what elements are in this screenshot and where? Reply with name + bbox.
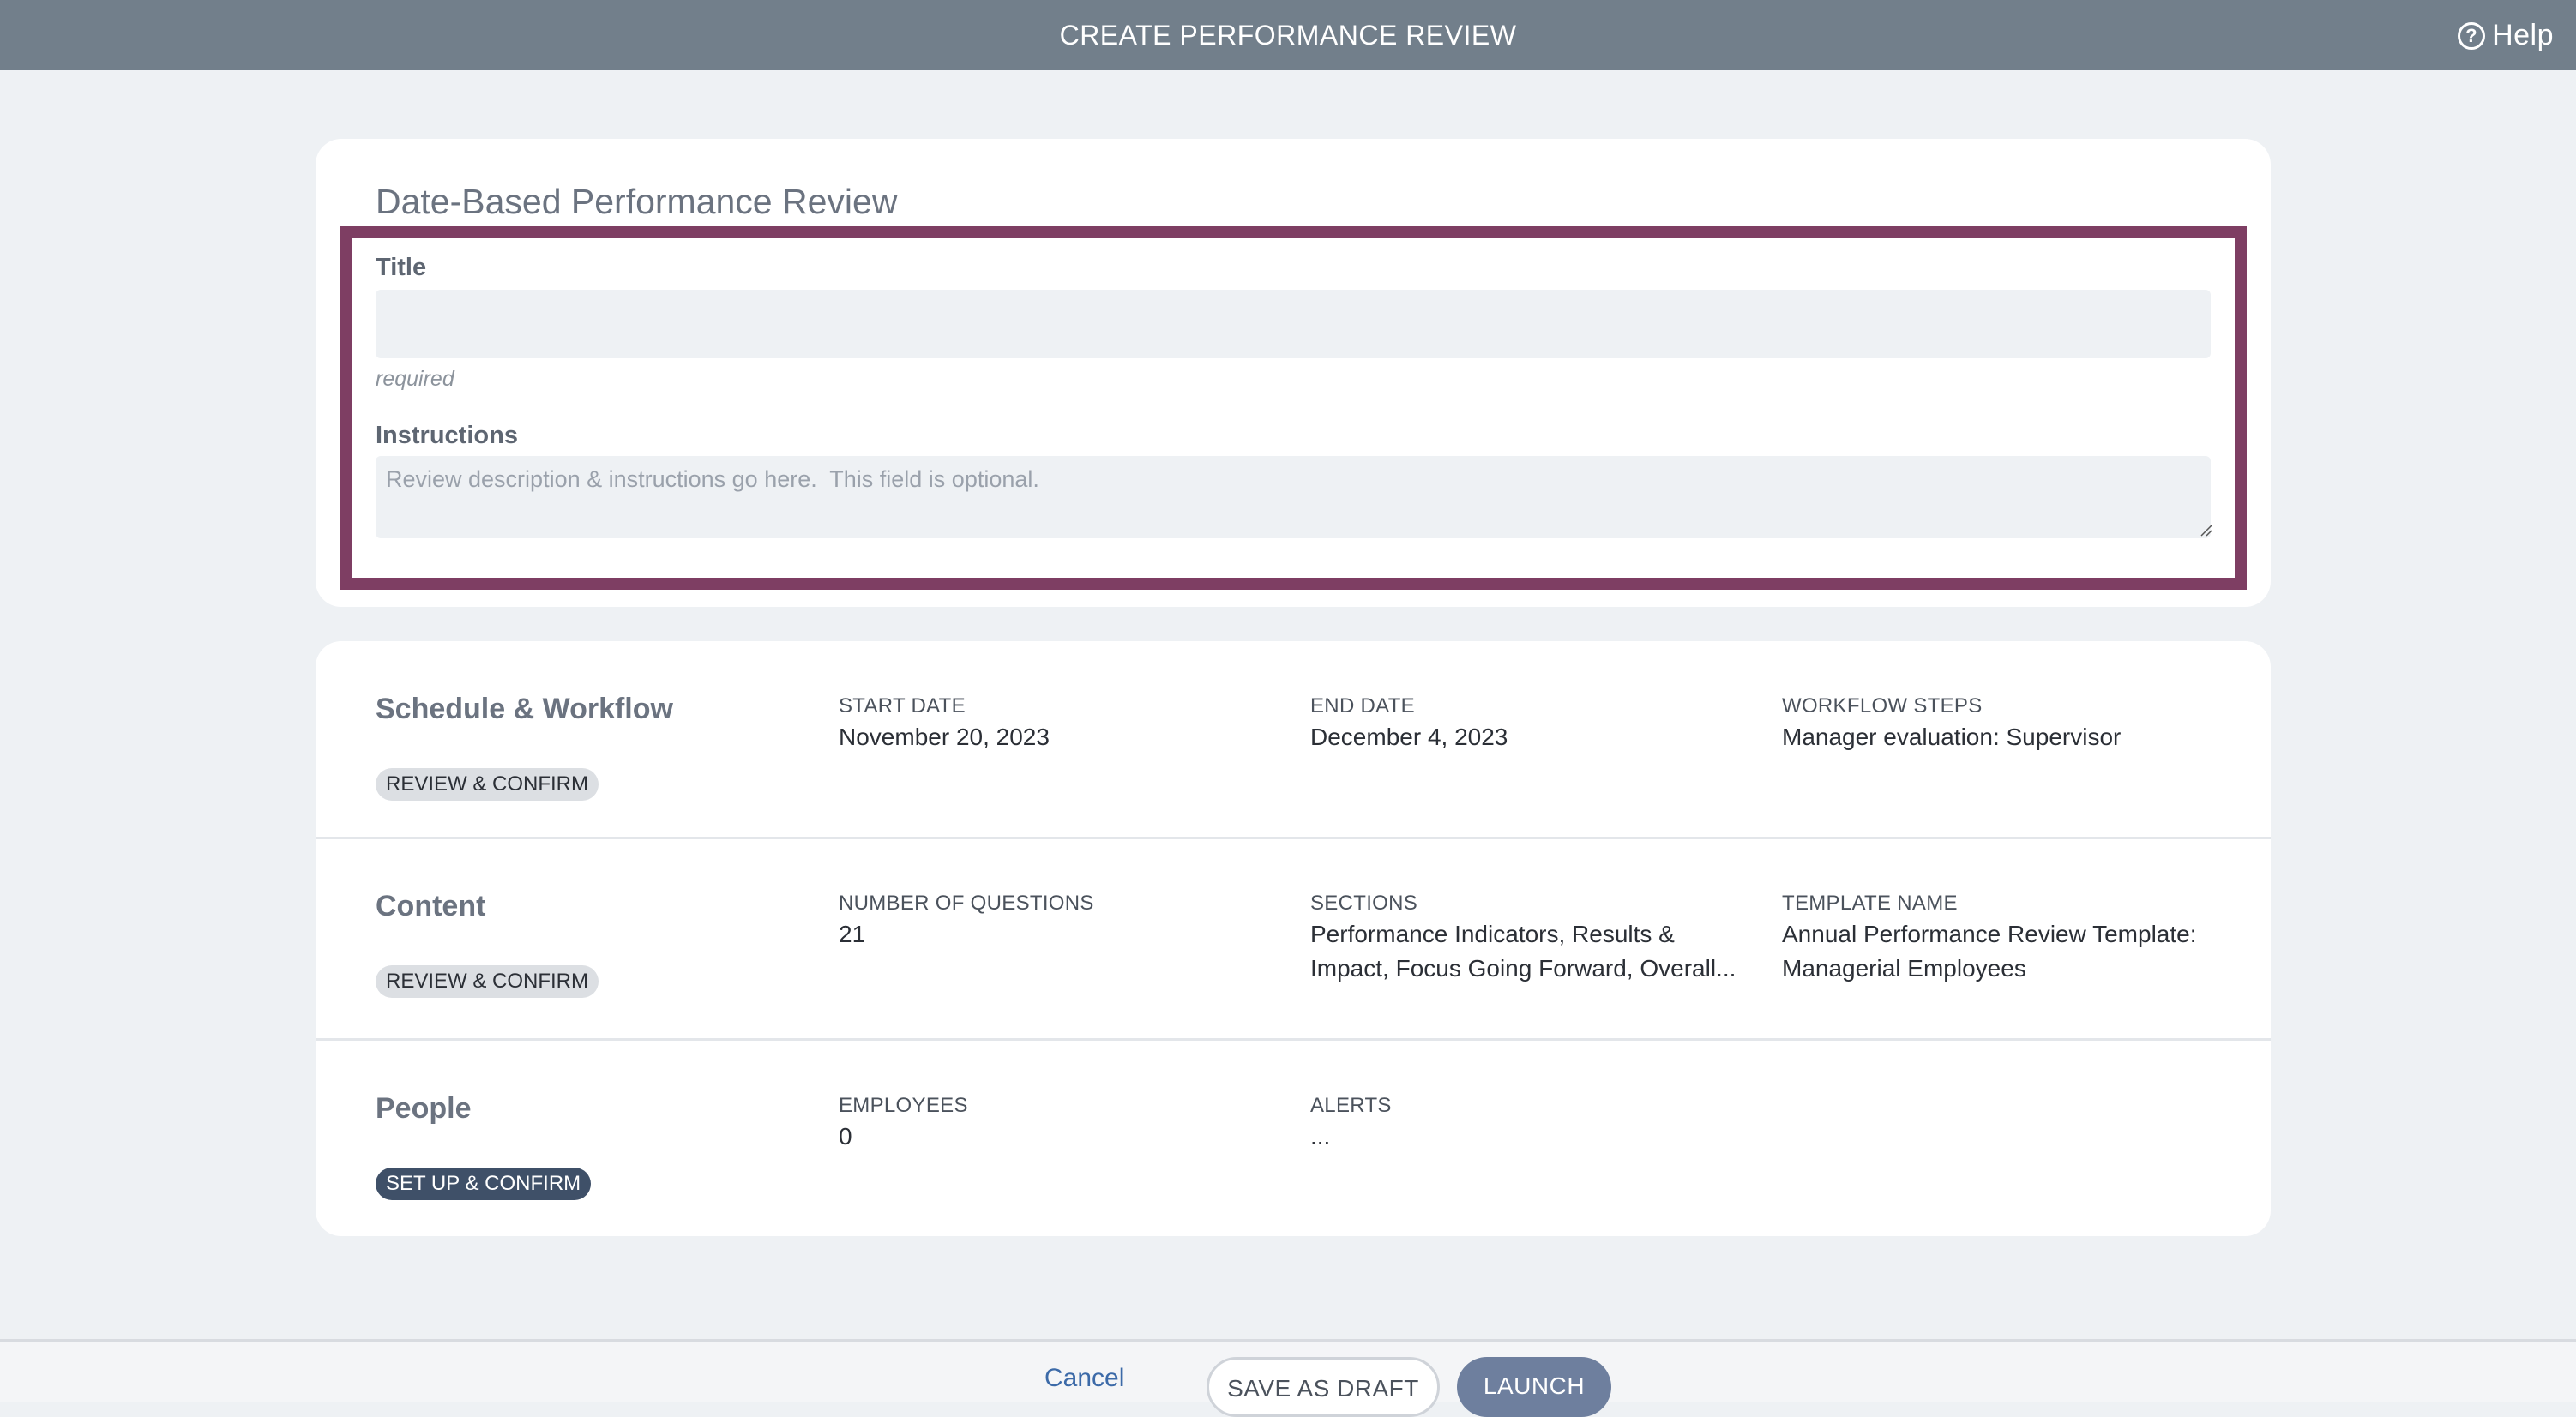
cancel-link[interactable]: Cancel [1044,1364,1124,1393]
question-count-label: NUMBER OF QUESTIONS [839,892,1094,915]
template-name-label: TEMPLATE NAME [1782,892,1958,915]
alerts-value: ... [1310,1123,1331,1150]
template-name-line1: Annual Performance Review Template: [1782,921,2197,947]
schedule-workflow-title: Schedule & Workflow [376,693,673,725]
launch-button[interactable]: LAUNCH [1457,1357,1611,1417]
schedule-workflow-row: Schedule & Workflow REVIEW & CONFIRM STA… [316,641,2271,837]
question-circle-icon: ? [2458,21,2486,50]
end-date-value: December 4, 2023 [1310,724,1508,750]
header-bar: CREATE PERFORMANCE REVIEW ? Help [0,0,2576,70]
people-setup-confirm-button[interactable]: SET UP & CONFIRM [376,1168,592,1200]
employees-value: 0 [839,1123,852,1150]
workflow-steps-label: WORKFLOW STEPS [1782,694,1983,718]
help-label: Help [2492,19,2554,51]
end-date-label: END DATE [1310,694,1415,718]
start-date-value: November 20, 2023 [839,724,1050,750]
content-row: Content REVIEW & CONFIRM NUMBER OF QUEST… [316,839,2271,1038]
instructions-textarea[interactable] [376,456,2211,538]
resize-grip-icon[interactable] [2199,523,2212,537]
template-name-line2: Managerial Employees [1782,955,2026,982]
summary-card: Schedule & Workflow REVIEW & CONFIRM STA… [316,641,2271,1236]
title-label: Title [376,254,427,281]
people-title: People [376,1092,472,1125]
review-details-card: Date-Based Performance Review Title requ… [316,139,2271,607]
workflow-steps-value: Manager evaluation: Supervisor [1782,724,2122,750]
footer-bar: Cancel SAVE AS DRAFT LAUNCH [0,1339,2576,1417]
sections-value-line2: Impact, Focus Going Forward, Overall... [1310,955,1736,982]
instructions-label: Instructions [376,422,518,449]
title-input[interactable] [376,290,2211,358]
content-title: Content [376,890,486,922]
question-count-value: 21 [839,921,866,947]
page-title: CREATE PERFORMANCE REVIEW [1059,19,1517,51]
title-required-hint: required [376,367,454,391]
people-row: People SET UP & CONFIRM EMPLOYEES 0 ALER… [316,1041,2271,1236]
save-as-draft-button[interactable]: SAVE AS DRAFT [1207,1357,1440,1417]
employees-label: EMPLOYEES [839,1094,968,1117]
sections-label: SECTIONS [1310,892,1418,915]
content-review-confirm-button[interactable]: REVIEW & CONFIRM [376,965,599,998]
review-type-heading: Date-Based Performance Review [376,182,898,221]
help-button[interactable]: ? Help [2458,19,2554,52]
schedule-review-confirm-button[interactable]: REVIEW & CONFIRM [376,768,599,801]
alerts-label: ALERTS [1310,1094,1392,1117]
start-date-label: START DATE [839,694,966,718]
sections-value-line1: Performance Indicators, Results & [1310,921,1675,947]
